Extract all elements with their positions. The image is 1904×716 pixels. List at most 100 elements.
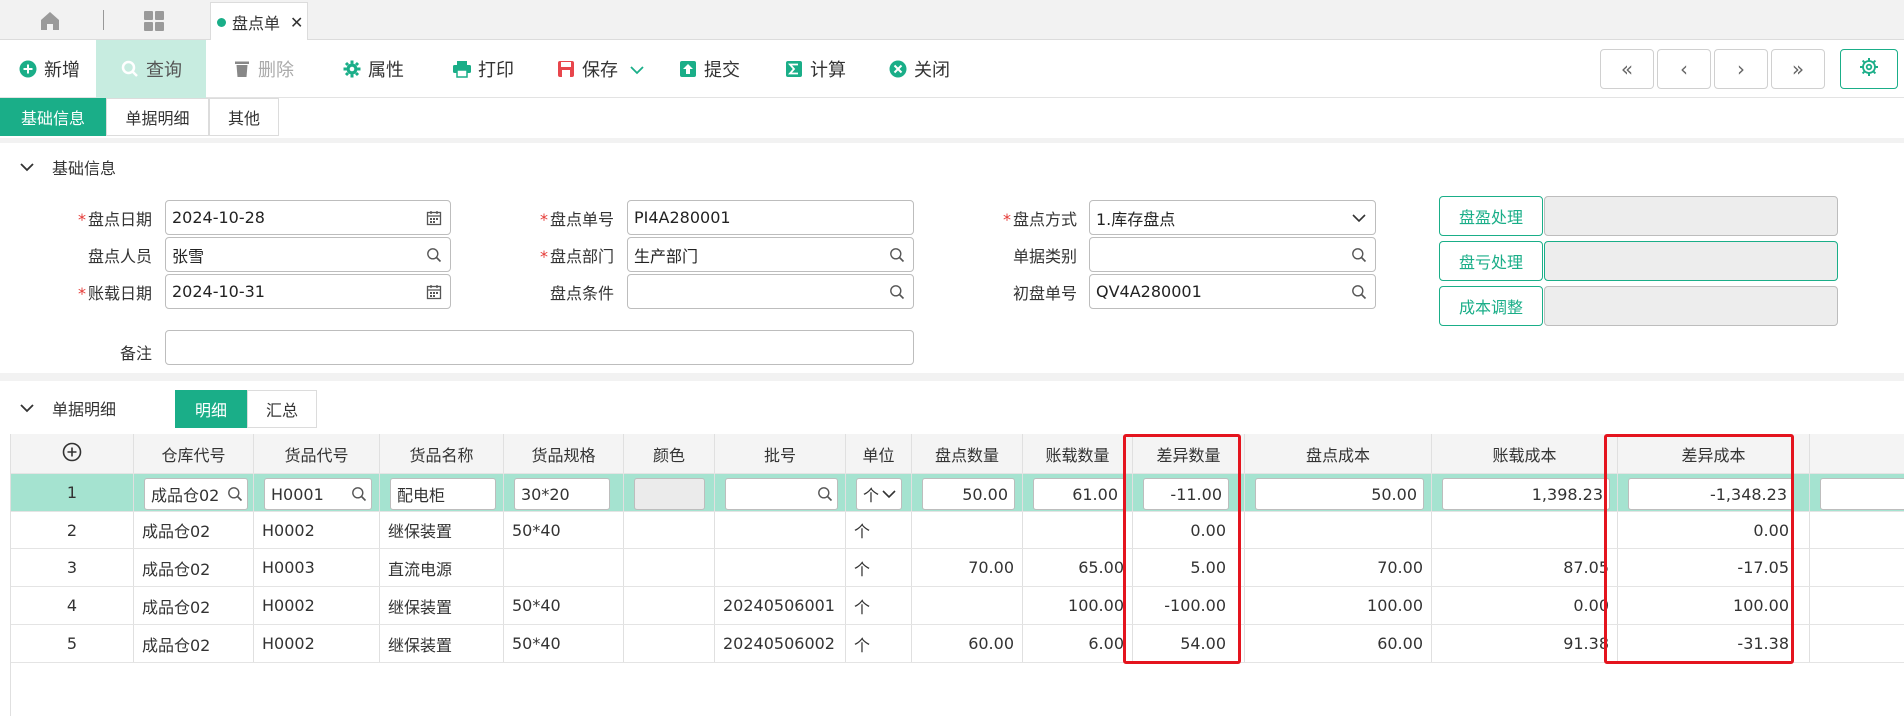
tab-summary[interactable]: 汇总 — [247, 390, 317, 428]
first-record-button[interactable]: « — [1600, 49, 1654, 89]
cell-book-cost[interactable]: 0.00 — [1432, 587, 1618, 624]
tab-basic-info[interactable]: 基础信息 — [0, 98, 106, 136]
cell-count-qty[interactable]: 70.00 — [912, 549, 1023, 586]
search-icon[interactable] — [889, 284, 905, 300]
item-name-input[interactable]: 配电柜 — [390, 478, 496, 510]
home-icon[interactable] — [38, 10, 62, 32]
calendar-icon[interactable] — [426, 210, 442, 226]
count-no-field[interactable]: PI4A280001 — [627, 200, 914, 235]
cost-adjust-button[interactable]: 成本调整 — [1439, 286, 1543, 326]
header-count-qty[interactable]: 盘点数量 — [912, 434, 1023, 473]
cell-item-code[interactable]: H0002 — [254, 587, 380, 624]
cell-unit[interactable]: 个 — [846, 549, 912, 586]
cell-diff-qty[interactable]: 0.00 — [1133, 512, 1245, 548]
search-icon[interactable] — [1351, 247, 1367, 263]
item-spec-input[interactable]: 30*20 — [514, 478, 610, 510]
book-cost-input[interactable]: 1,398.23 — [1442, 478, 1610, 510]
header-warehouse[interactable]: 仓库代号 — [134, 434, 254, 473]
remark-field[interactable] — [165, 330, 914, 365]
loss-process-button[interactable]: 盘亏处理 — [1439, 241, 1543, 281]
chevron-down-icon[interactable] — [20, 400, 34, 414]
cell-count-cost[interactable]: 60.00 — [1245, 625, 1432, 662]
diff-qty-input[interactable]: -11.00 — [1143, 478, 1229, 510]
cell-unit[interactable]: 个 — [846, 625, 912, 662]
header-book-qty[interactable]: 账载数量 — [1023, 434, 1133, 473]
initial-no-field[interactable]: QV4A280001 — [1089, 274, 1376, 309]
save-button[interactable]: 保存 — [556, 40, 644, 98]
cell-warehouse[interactable]: 成品仓02 — [134, 512, 254, 548]
profit-process-button[interactable]: 盘盈处理 — [1439, 196, 1543, 236]
cell-count-qty[interactable]: 60.00 — [912, 625, 1023, 662]
prev-record-button[interactable]: ‹ — [1657, 49, 1711, 89]
batch-no-input[interactable] — [725, 478, 838, 510]
cell-color[interactable] — [624, 587, 715, 624]
search-icon[interactable] — [351, 486, 367, 502]
cell-book-qty[interactable]: 6.00 — [1023, 625, 1133, 662]
cell-diff-qty[interactable]: -100.00 — [1133, 587, 1245, 624]
basic-info-header[interactable]: 基础信息 — [0, 143, 1904, 191]
cell-diff-qty[interactable]: 54.00 — [1133, 625, 1245, 662]
tab-detail[interactable]: 明细 — [175, 390, 247, 428]
diff-cost-input[interactable]: -1,348.23 — [1628, 478, 1794, 510]
count-date-field[interactable]: 2024-10-28 — [165, 200, 451, 235]
cell-count-qty[interactable] — [912, 587, 1023, 624]
chevron-down-icon[interactable] — [881, 486, 897, 502]
counter-person-field[interactable]: 张雪 — [165, 237, 451, 272]
cell-book-qty[interactable] — [1023, 512, 1133, 548]
cell-warehouse[interactable]: 成品仓02 — [134, 587, 254, 624]
cell-diff-cost[interactable]: 100.00 — [1618, 587, 1810, 624]
table-row[interactable]: 1 成品仓02 H0001 配电柜 30*20 个 50.00 61.00 -1… — [11, 474, 1904, 512]
header-item-name[interactable]: 货品名称 — [380, 434, 504, 473]
next-record-button[interactable]: › — [1714, 49, 1768, 89]
cell-color[interactable] — [624, 512, 715, 548]
cell-book-qty[interactable]: 100.00 — [1023, 587, 1133, 624]
table-row[interactable]: 5 成品仓02 H0002 继保装置 50*40 20240506002 个 6… — [11, 625, 1904, 663]
header-count-cost[interactable]: 盘点成本 — [1245, 434, 1432, 473]
cell-item-code[interactable]: H0002 — [254, 512, 380, 548]
cell-diff-cost[interactable]: 0.00 — [1618, 512, 1810, 548]
last-record-button[interactable]: » — [1771, 49, 1825, 89]
cell-warehouse[interactable]: 成品仓02 — [134, 549, 254, 586]
new-button[interactable]: 新增 — [18, 40, 80, 98]
cell-item-name[interactable]: 直流电源 — [380, 549, 504, 586]
cell-batch-no[interactable] — [715, 549, 846, 586]
cell-item-code[interactable]: H0002 — [254, 625, 380, 662]
cell-book-cost[interactable]: 87.05 — [1432, 549, 1618, 586]
cell-count-cost[interactable]: 100.00 — [1245, 587, 1432, 624]
chevron-down-icon[interactable] — [20, 159, 34, 173]
search-icon[interactable] — [817, 486, 833, 502]
query-button[interactable]: 查询 — [96, 40, 206, 98]
tab-inventory-count[interactable]: 盘点单 ✕ — [210, 2, 308, 41]
acct-date-field[interactable]: 2024-10-31 — [165, 274, 451, 309]
cell-item-spec[interactable]: 50*40 — [504, 587, 624, 624]
properties-button[interactable]: 属性 — [342, 40, 404, 98]
chevron-down-icon[interactable] — [1351, 210, 1367, 226]
header-item-spec[interactable]: 货品规格 — [504, 434, 624, 473]
cell-book-cost[interactable] — [1432, 512, 1618, 548]
cell-count-cost[interactable] — [1245, 512, 1432, 548]
close-button[interactable]: 关闭 — [888, 40, 950, 98]
cell-item-name[interactable]: 继保装置 — [380, 625, 504, 662]
cell-count-cost[interactable]: 70.00 — [1245, 549, 1432, 586]
cell-book-qty[interactable]: 65.00 — [1023, 549, 1133, 586]
close-icon[interactable]: ✕ — [290, 13, 303, 32]
cell-color[interactable] — [624, 625, 715, 662]
cell-item-name[interactable]: 继保装置 — [380, 587, 504, 624]
search-icon[interactable] — [227, 486, 243, 502]
table-row[interactable]: 4 成品仓02 H0002 继保装置 50*40 20240506001 个 1… — [11, 587, 1904, 625]
tab-other[interactable]: 其他 — [209, 98, 279, 136]
cell-diff-cost[interactable]: -17.05 — [1618, 549, 1810, 586]
cell-item-code[interactable]: H0003 — [254, 549, 380, 586]
unit-select[interactable]: 个 — [856, 478, 902, 510]
header-unit[interactable]: 单位 — [846, 434, 912, 473]
header-batch-no[interactable]: 批号 — [715, 434, 846, 473]
count-condition-field[interactable] — [627, 274, 914, 309]
count-cost-input[interactable]: 50.00 — [1255, 478, 1424, 510]
cell-item-spec[interactable]: 50*40 — [504, 625, 624, 662]
count-method-select[interactable]: 1.库存盘点 — [1089, 200, 1376, 235]
submit-button[interactable]: 提交 — [678, 40, 740, 98]
header-book-cost[interactable]: 账载成本 — [1432, 434, 1618, 473]
cell-item-spec[interactable]: 50*40 — [504, 512, 624, 548]
count-dept-field[interactable]: 生产部门 — [627, 237, 914, 272]
calculate-button[interactable]: 计算 — [784, 40, 846, 98]
